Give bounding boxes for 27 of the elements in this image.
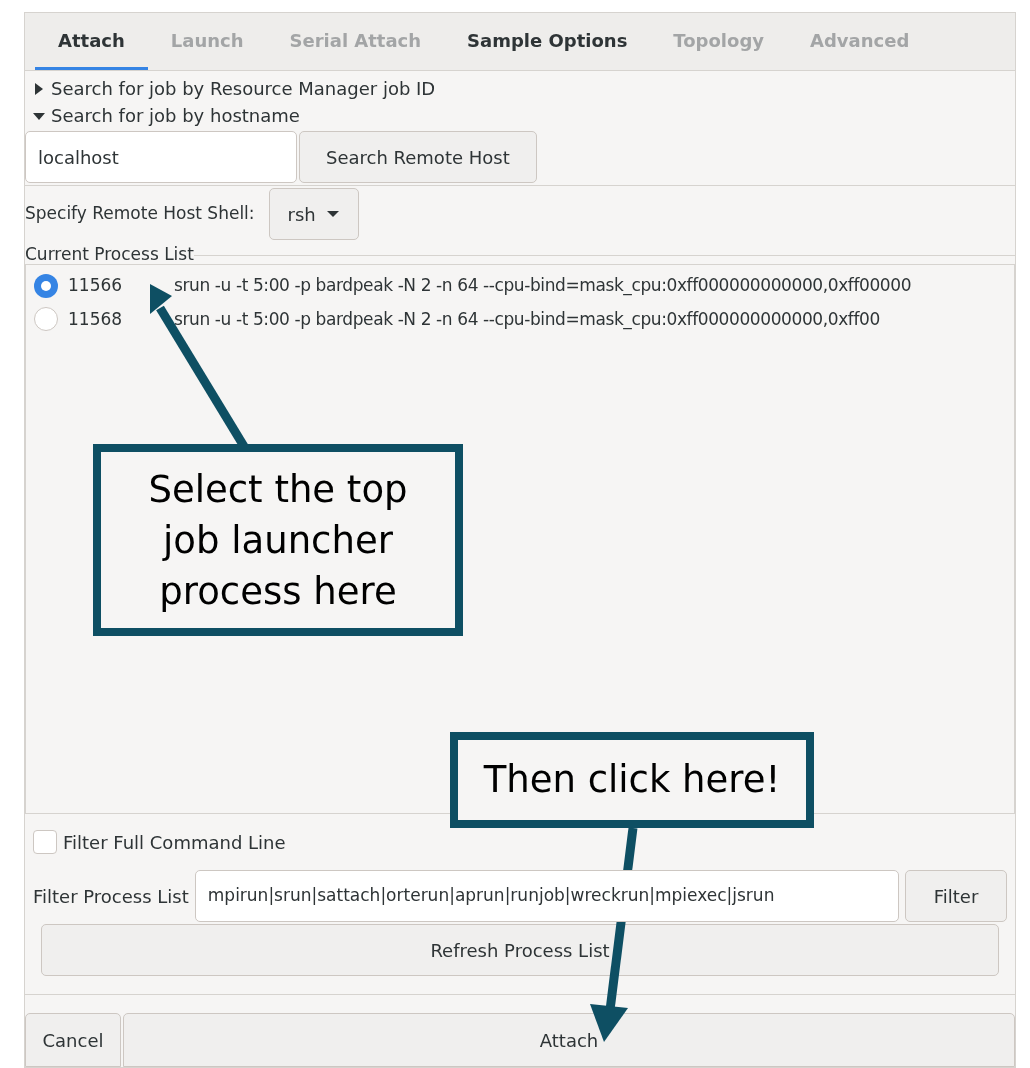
filter-button[interactable]: Filter <box>905 870 1007 922</box>
expander[interactable]: Search for job by hostname <box>25 102 1015 129</box>
callout-box: Select the top job launcher process here <box>93 444 463 636</box>
process-command: srun -u -t 5:00 -p bardpeak -N 2 -n 64 --cpu-bind=mask_cpu:0xff000000000000,0xff00 <box>174 307 880 332</box>
caret-right-icon <box>33 82 45 95</box>
cancel-button[interactable]: Cancel <box>25 1013 121 1067</box>
callout-box: Then click here! <box>450 732 814 828</box>
radio-button[interactable] <box>34 273 58 298</box>
checkbox-label: Filter Full Command Line <box>63 830 286 855</box>
attach-button[interactable]: Attach <box>123 1013 1015 1067</box>
refresh-button[interactable]: Refresh Process List <box>41 924 999 976</box>
shell-dropdown[interactable]: rsh <box>268 188 359 240</box>
radio-button[interactable] <box>34 307 58 332</box>
filter-field[interactable]: mpirun|srun|sattach|orterun|aprun|runjob|wreckrun|mpiexec|jsrun <box>194 870 899 922</box>
caret-icon <box>325 210 340 218</box>
process-id: 11568 <box>68 307 124 331</box>
process-command: srun -u -t 5:00 -p bardpeak -N 2 -n 64 --cpu-bind=mask_cpu:0xff000000000000,0xff00000 <box>174 274 912 298</box>
tab[interactable]: Sample Options <box>444 13 651 70</box>
process-id: 11566 <box>68 274 124 297</box>
checkbox[interactable] <box>33 830 57 854</box>
expander[interactable]: Search for job by Resource Manager job ID <box>25 75 1015 102</box>
process-list-title: Current Process List <box>25 244 194 264</box>
shell-label: Specify Remote Host Shell: <box>25 202 255 226</box>
filter-label: Filter Process List <box>33 884 189 909</box>
search-button[interactable]: Search Remote Host <box>299 131 537 183</box>
hostname-field[interactable]: localhost <box>25 131 297 183</box>
tab[interactable]: Attach <box>35 13 148 70</box>
